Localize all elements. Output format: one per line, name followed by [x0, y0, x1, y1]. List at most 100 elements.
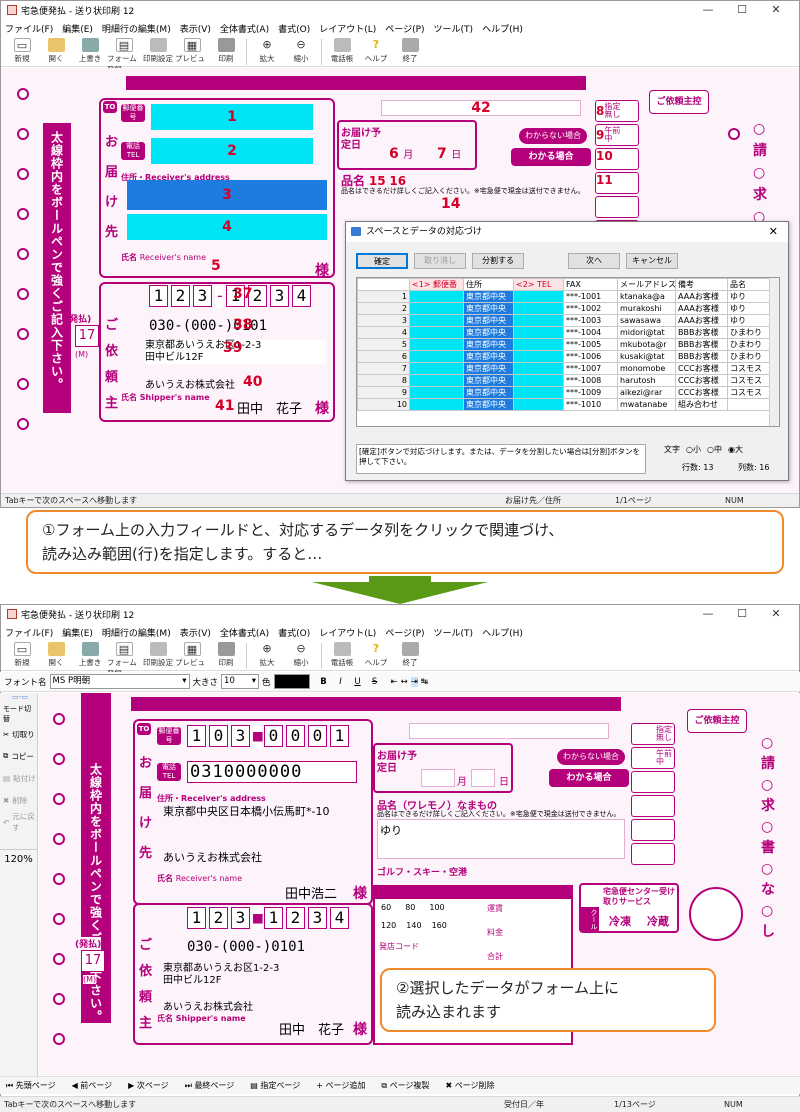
dialog-close-icon[interactable]: ✕: [769, 222, 778, 242]
email-cell[interactable]: sawasawa: [617, 314, 676, 327]
row-number[interactable]: 1: [357, 290, 410, 303]
email-cell[interactable]: midori@tat: [617, 326, 676, 339]
next-page-button[interactable]: ▶ 次ページ: [128, 1080, 169, 1091]
item-field[interactable]: ゆり: [377, 819, 625, 859]
zoom-in-button[interactable]: ⊕ 拡大: [250, 37, 284, 64]
menu-file[interactable]: ファイル(F): [5, 22, 53, 35]
tel-cell[interactable]: [513, 362, 564, 375]
postcode-cell[interactable]: [409, 374, 464, 387]
minimize-button[interactable]: —: [691, 605, 725, 623]
receiver-postcode-field[interactable]: 1: [151, 104, 313, 130]
open-button[interactable]: 開く: [39, 37, 73, 64]
time-slot-checkbox[interactable]: [631, 771, 675, 793]
address-cell[interactable]: 東京都中央: [463, 386, 514, 399]
shipper-postcode-field[interactable]: 1 2 3 ■ 1 2 3 4: [187, 907, 352, 930]
email-cell[interactable]: kusaki@tat: [617, 350, 676, 363]
address-cell[interactable]: 東京都中央: [463, 326, 514, 339]
help-button[interactable]: ? ヘルプ: [359, 641, 393, 668]
split-button[interactable]: 分割する: [472, 253, 524, 269]
menu-format[interactable]: 書式(O): [278, 626, 310, 639]
italic-button[interactable]: I: [334, 677, 348, 687]
column-header[interactable]: <2> TEL: [513, 278, 564, 291]
menu-layout[interactable]: レイアウト(L): [319, 22, 376, 35]
note-cell[interactable]: BBBお客様: [675, 350, 728, 363]
time-slot-checkbox[interactable]: [631, 819, 675, 841]
menu-format-all[interactable]: 全体書式(A): [220, 626, 269, 639]
menu-help[interactable]: ヘルプ(H): [482, 22, 523, 35]
align-right-icon[interactable]: ⇥: [410, 676, 418, 687]
menu-tools[interactable]: ツール(T): [434, 626, 474, 639]
note-cell[interactable]: CCCお客様: [675, 362, 728, 375]
shipper-address-field[interactable]: 東京都あいうえお区1-2-3 田中ビル12F: [163, 963, 279, 987]
help-button[interactable]: ? ヘルプ: [359, 37, 393, 64]
size-large-radio[interactable]: ◉大: [728, 444, 743, 455]
delivery-month-field[interactable]: 6 月: [389, 146, 413, 162]
tel-cell[interactable]: [513, 350, 564, 363]
postcode-cell[interactable]: [409, 290, 464, 303]
table-row[interactable]: 10 東京都中央 ***-1010 mwatanabe 組み合わせ: [357, 398, 778, 411]
maximize-button[interactable]: ☐: [725, 1, 759, 19]
row-number[interactable]: 2: [357, 302, 410, 315]
email-cell[interactable]: murakoshi: [617, 302, 676, 315]
note-cell[interactable]: 組み合わせ: [675, 398, 728, 411]
minimize-button[interactable]: —: [691, 1, 725, 19]
phonebook-button[interactable]: 電話帳: [325, 641, 359, 668]
column-header[interactable]: <1> 郵便番: [409, 278, 464, 291]
email-cell[interactable]: monomobe: [617, 362, 676, 375]
shipper-name-field[interactable]: 田中 花子: [279, 1019, 344, 1038]
fax-cell[interactable]: ***-1006: [563, 350, 618, 363]
receiver-company-field[interactable]: あいうえお株式会社: [163, 849, 262, 865]
postcode-cell[interactable]: [409, 326, 464, 339]
postcode-cell[interactable]: [409, 362, 464, 375]
menu-format-all[interactable]: 全体書式(A): [220, 22, 269, 35]
tel-cell[interactable]: [513, 398, 564, 411]
close-button[interactable]: ✕: [759, 1, 793, 19]
note-cell[interactable]: CCCお客様: [675, 386, 728, 399]
delete-page-button[interactable]: ✖ ページ削除: [445, 1080, 494, 1091]
menu-detail[interactable]: 明細行の編集(M): [102, 626, 171, 639]
duplicate-page-button[interactable]: ⧉ ページ複製: [381, 1080, 429, 1091]
receiver-name-field[interactable]: 田中浩二: [285, 883, 337, 902]
address-cell[interactable]: 東京都中央: [463, 302, 514, 315]
address-cell[interactable]: 東京都中央: [463, 338, 514, 351]
row-number[interactable]: 5: [357, 338, 410, 351]
postcode-cell[interactable]: [409, 398, 464, 411]
address-cell[interactable]: 東京都中央: [463, 374, 514, 387]
fax-cell[interactable]: ***-1009: [563, 386, 618, 399]
email-cell[interactable]: ktanaka@a: [617, 290, 676, 303]
table-row[interactable]: 4 東京都中央 ***-1004 midori@tat BBBお客様 ひまわり: [357, 326, 778, 339]
time-slot-morning[interactable]: 午前中: [631, 747, 675, 769]
fax-cell[interactable]: ***-1007: [563, 362, 618, 375]
shipper-company-field[interactable]: あいうえお株式会社: [145, 376, 235, 391]
print-setup-button[interactable]: 印刷設定: [141, 641, 175, 668]
tel-cell[interactable]: [513, 314, 564, 327]
tel-cell[interactable]: [513, 302, 564, 315]
postcode-cell[interactable]: [409, 314, 464, 327]
delete-button[interactable]: ✖ 削除: [0, 789, 37, 811]
menu-edit[interactable]: 編集(E): [62, 22, 93, 35]
address-cell[interactable]: 東京都中央: [463, 398, 514, 411]
note-cell[interactable]: CCCお客様: [675, 374, 728, 387]
postcode-cell[interactable]: [409, 338, 464, 351]
fax-cell[interactable]: ***-1003: [563, 314, 618, 327]
menu-help[interactable]: ヘルプ(H): [482, 626, 523, 639]
fax-cell[interactable]: ***-1008: [563, 374, 618, 387]
note-cell[interactable]: AAAお客様: [675, 314, 728, 327]
copy-button[interactable]: ⧉ コピー: [0, 745, 37, 767]
shipper-name-field[interactable]: 田中 花子: [237, 398, 302, 417]
shipper-tel-field[interactable]: 030-(000-)0101: [187, 939, 305, 955]
fax-cell[interactable]: ***-1004: [563, 326, 618, 339]
fax-cell[interactable]: ***-1010: [563, 398, 618, 411]
exit-button[interactable]: 終了: [393, 37, 427, 64]
address-cell[interactable]: 東京都中央: [463, 362, 514, 375]
zoom-out-button[interactable]: ⊖ 縮小: [284, 37, 318, 64]
row-number[interactable]: 6: [357, 350, 410, 363]
goto-page-button[interactable]: ▤ 指定ページ: [250, 1080, 300, 1091]
strike-button[interactable]: S: [368, 677, 382, 687]
table-row[interactable]: 8 東京都中央 ***-1008 harutosh CCCお客様 コスモス: [357, 374, 778, 387]
note-cell[interactable]: AAAお客様: [675, 302, 728, 315]
overwrite-button[interactable]: 上書き: [73, 37, 107, 64]
email-cell[interactable]: mwatanabe: [617, 398, 676, 411]
font-select[interactable]: MS P明朝 ▾: [49, 674, 190, 689]
time-slot-11[interactable]: 11: [595, 172, 639, 194]
